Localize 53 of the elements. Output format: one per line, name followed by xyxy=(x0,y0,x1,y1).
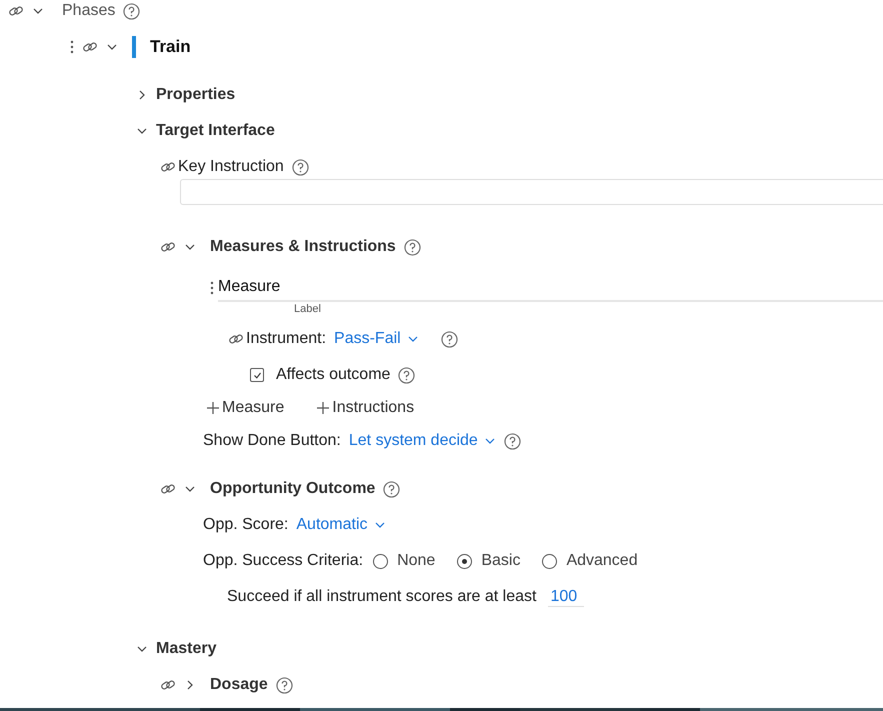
checkbox-label: Affects outcome xyxy=(276,366,390,384)
input-field[interactable]: 100 xyxy=(548,588,584,606)
check-icon xyxy=(252,370,262,380)
section-title[interactable]: Properties xyxy=(156,86,236,104)
caret-icon[interactable] xyxy=(406,334,419,344)
field-label: Instrument: xyxy=(246,330,326,348)
link-icon[interactable] xyxy=(228,333,244,345)
help-icon[interactable] xyxy=(398,366,416,384)
score-dropdown[interactable]: Automatic xyxy=(296,516,386,534)
input-field[interactable] xyxy=(180,179,883,205)
section-title[interactable]: Dosage xyxy=(210,676,268,694)
caret-icon[interactable] xyxy=(484,436,496,446)
link-icon[interactable] xyxy=(160,241,176,253)
phase-title: Train xyxy=(132,36,191,58)
help-icon[interactable] xyxy=(504,432,521,450)
link-icon[interactable] xyxy=(160,679,176,691)
radio-button[interactable] xyxy=(457,554,472,568)
link-icon[interactable] xyxy=(8,5,24,17)
section-title[interactable]: Mastery xyxy=(156,640,216,658)
help-icon[interactable] xyxy=(404,238,421,256)
help-icon[interactable] xyxy=(383,480,400,498)
checkbox[interactable] xyxy=(250,368,264,382)
field-label: Opp. Success Criteria: xyxy=(203,552,364,570)
radio-label: None xyxy=(397,552,436,570)
drag-handle-icon[interactable] xyxy=(210,281,214,295)
field-label: Opp. Score: xyxy=(203,516,288,534)
drag-handle-icon[interactable] xyxy=(70,40,74,54)
add-button[interactable]: Measure xyxy=(206,399,284,417)
radio-label: Advanced xyxy=(566,552,638,570)
section-title[interactable]: Opportunity Outcome xyxy=(210,480,376,498)
help-icon[interactable] xyxy=(440,330,458,348)
field-caption: Label xyxy=(294,303,322,317)
link-icon[interactable] xyxy=(82,41,98,53)
plus-icon xyxy=(316,401,330,415)
radio-button[interactable] xyxy=(373,554,388,568)
help-icon[interactable] xyxy=(292,158,309,176)
radio-button[interactable] xyxy=(542,554,558,568)
link-icon[interactable] xyxy=(160,161,176,173)
link-icon[interactable] xyxy=(160,483,176,495)
field-label: Show Done Button: xyxy=(203,432,341,450)
criteria-text: Succeed if all instrument scores are at least xyxy=(227,588,536,606)
field-label: Key Instruction xyxy=(178,158,284,176)
help-icon[interactable] xyxy=(276,676,293,694)
help-icon[interactable] xyxy=(123,2,140,20)
section-title: Phases xyxy=(62,2,116,20)
instrument-dropdown[interactable]: Pass-Fail xyxy=(334,330,419,348)
add-button[interactable]: Instructions xyxy=(316,399,414,417)
done-button-dropdown[interactable]: Let system decide xyxy=(348,432,496,450)
radio-label: Basic xyxy=(481,552,520,570)
caret-icon[interactable] xyxy=(374,520,386,530)
plus-icon xyxy=(206,401,220,415)
section-title[interactable]: Measures & Instructions xyxy=(210,238,396,256)
section-title[interactable]: Target Interface xyxy=(156,122,275,140)
